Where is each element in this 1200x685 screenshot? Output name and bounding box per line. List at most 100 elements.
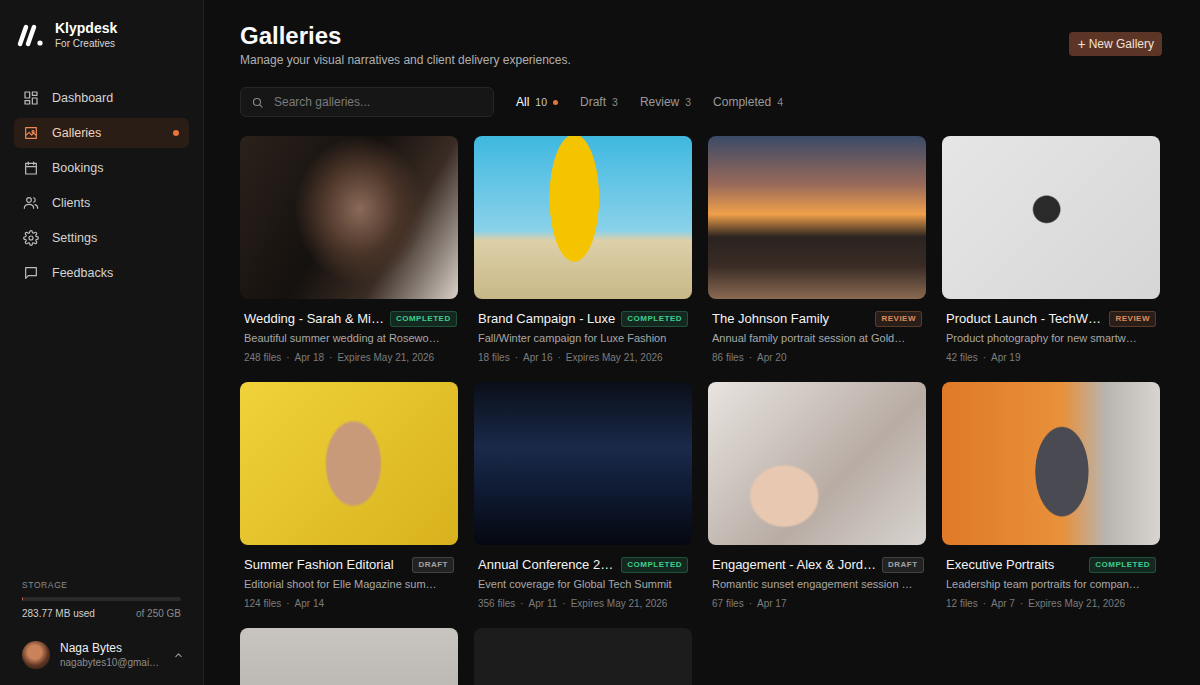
gallery-card[interactable]: Executive PortraitsCOMPLETEDLeadership t… (942, 382, 1160, 610)
gallery-meta: 12 files·Apr 7·Expires May 21, 2026 (946, 597, 1156, 610)
gallery-cover (942, 382, 1160, 545)
gallery-cover (240, 382, 458, 545)
gallery-meta: 86 files·Apr 20 (712, 351, 922, 364)
separator: · (983, 597, 986, 610)
gallery-title: Summer Fashion Editorial (244, 557, 394, 573)
users-icon (23, 195, 39, 211)
gallery-card[interactable]: Wedding - Sarah & Mi…COMPLETEDBeautiful … (240, 136, 458, 364)
file-count: 12 files (946, 597, 978, 610)
new-gallery-button[interactable]: +New Gallery (1069, 32, 1162, 56)
gallery-description: Annual family portrait session at Gold… (712, 331, 922, 345)
gallery-grid: Wedding - Sarah & Mi…COMPLETEDBeautiful … (240, 136, 1162, 685)
separator: · (520, 597, 523, 610)
gallery-date: Apr 11 (529, 597, 558, 610)
gallery-card[interactable]: Brand Campaign - LuxeCOMPLETEDFall/Winte… (474, 136, 692, 364)
gallery-title: Annual Conference 2… (478, 557, 613, 573)
filter-tab-count: 3 (612, 96, 618, 108)
gallery-date: Apr 18 (295, 351, 324, 364)
gallery-meta: 124 files·Apr 14 (244, 597, 454, 610)
storage-total: of 250 GB (136, 608, 181, 619)
filter-tab[interactable]: Completed4 (713, 95, 783, 109)
filter-tab[interactable]: Review3 (640, 95, 691, 109)
sidebar-item[interactable]: Bookings (14, 153, 189, 183)
sidebar-item[interactable]: Feedbacks (14, 258, 189, 288)
sidebar-item-label: Settings (52, 231, 179, 245)
status-badge: COMPLETED (390, 311, 457, 327)
logo-icon (16, 22, 46, 48)
gallery-date: Apr 7 (991, 597, 1015, 610)
gallery-card[interactable] (240, 628, 458, 685)
gallery-card[interactable] (474, 628, 692, 685)
app-shell: KlypdeskFor Creatives Dashboard Galleries B… (0, 0, 1200, 685)
gallery-card[interactable]: Product Launch - TechW…REVIEWProduct pho… (942, 136, 1160, 364)
filter-dot (553, 100, 558, 105)
gallery-description: Fall/Winter campaign for Luxe Fashion (478, 331, 688, 345)
gallery-cover (474, 628, 692, 685)
page-header: GalleriesManage your visual narratives a… (240, 21, 1162, 68)
gallery-description: Editorial shoot for Elle Magazine sum… (244, 577, 454, 591)
storage-used: 283.77 MB used (22, 608, 95, 619)
separator: · (558, 351, 561, 364)
brand-name: Klypdesk (55, 20, 117, 37)
filter-tab-count: 10 (535, 96, 547, 108)
status-badge: DRAFT (412, 557, 454, 573)
gallery-card[interactable]: Annual Conference 2…COMPLETEDEvent cover… (474, 382, 692, 610)
filter-tab[interactable]: All 10 (516, 95, 558, 109)
search-input[interactable] (272, 94, 483, 110)
sidebar-nav: Dashboard Galleries Bookings Clients Setting… (14, 83, 189, 288)
filter-tab-label: Review (640, 95, 679, 109)
storage-fill (22, 597, 23, 601)
gallery-date: Apr 17 (757, 597, 786, 610)
gallery-card[interactable]: The Johnson FamilyREVIEWAnnual family po… (708, 136, 926, 364)
gallery-cover (942, 136, 1160, 299)
brand-tagline: For Creatives (55, 37, 117, 50)
gallery-card[interactable]: Summer Fashion Editorial DRAFT Editorial s… (240, 382, 458, 610)
separator: · (749, 597, 752, 610)
file-count: 42 files (946, 351, 978, 364)
file-count: 356 files (478, 597, 515, 610)
storage-panel: STORAGE283.77 MB usedof 250 GB (14, 580, 189, 619)
gear-icon (23, 230, 39, 246)
sidebar-item-label: Galleries (52, 126, 160, 140)
gallery-title: Executive Portraits (946, 557, 1054, 573)
user-menu[interactable]: Naga Bytesnagabytes10@gmai… (14, 641, 189, 669)
gallery-cover (708, 382, 926, 545)
gallery-date: Apr 19 (991, 351, 1020, 364)
expiry-date: Expires May 21, 2026 (566, 351, 663, 364)
gallery-cover (474, 136, 692, 299)
gallery-cover (240, 628, 458, 685)
brand[interactable]: KlypdeskFor Creatives (14, 20, 189, 50)
expiry-date: Expires May 21, 2026 (571, 597, 668, 610)
filter-tab-label: All (516, 95, 529, 109)
gallery-title: Product Launch - TechW… (946, 311, 1101, 327)
sidebar-item[interactable]: Dashboard (14, 83, 189, 113)
sidebar-item[interactable]: Settings (14, 223, 189, 253)
gallery-meta: 248 files·Apr 18·Expires May 21, 2026 (244, 351, 454, 364)
gallery-description: Beautiful summer wedding at Rosewo… (244, 331, 454, 345)
file-count: 67 files (712, 597, 744, 610)
gallery-date: Apr 20 (757, 351, 786, 364)
expiry-date: Expires May 21, 2026 (337, 351, 434, 364)
status-badge: REVIEW (1109, 311, 1156, 327)
sidebar-item[interactable]: Galleries (14, 118, 189, 148)
notify-dot (173, 130, 179, 136)
filter-tab-label: Draft (580, 95, 606, 109)
gallery-cover (474, 382, 692, 545)
separator: · (749, 351, 752, 364)
expiry-date: Expires May 21, 2026 (1028, 597, 1125, 610)
file-count: 124 files (244, 597, 281, 610)
sidebar-item[interactable]: Clients (14, 188, 189, 218)
gallery-date: Apr 16 (523, 351, 552, 364)
gallery-cover (240, 136, 458, 299)
gallery-title: Engagement - Alex & Jord… (712, 557, 876, 573)
search-icon (251, 96, 264, 109)
status-badge: COMPLETED (621, 557, 688, 573)
gallery-meta: 67 files · Apr 17 (712, 597, 922, 610)
storage-bar (22, 597, 181, 601)
gallery-card[interactable]: Engagement - Alex & Jord…DRAFTRomantic s… (708, 382, 926, 610)
calendar-icon (23, 160, 39, 176)
file-count: 248 files (244, 351, 281, 364)
search-field[interactable] (240, 87, 494, 117)
filter-tab[interactable]: Draft 3 (580, 95, 618, 109)
main-content: GalleriesManage your visual narratives a… (204, 0, 1200, 685)
